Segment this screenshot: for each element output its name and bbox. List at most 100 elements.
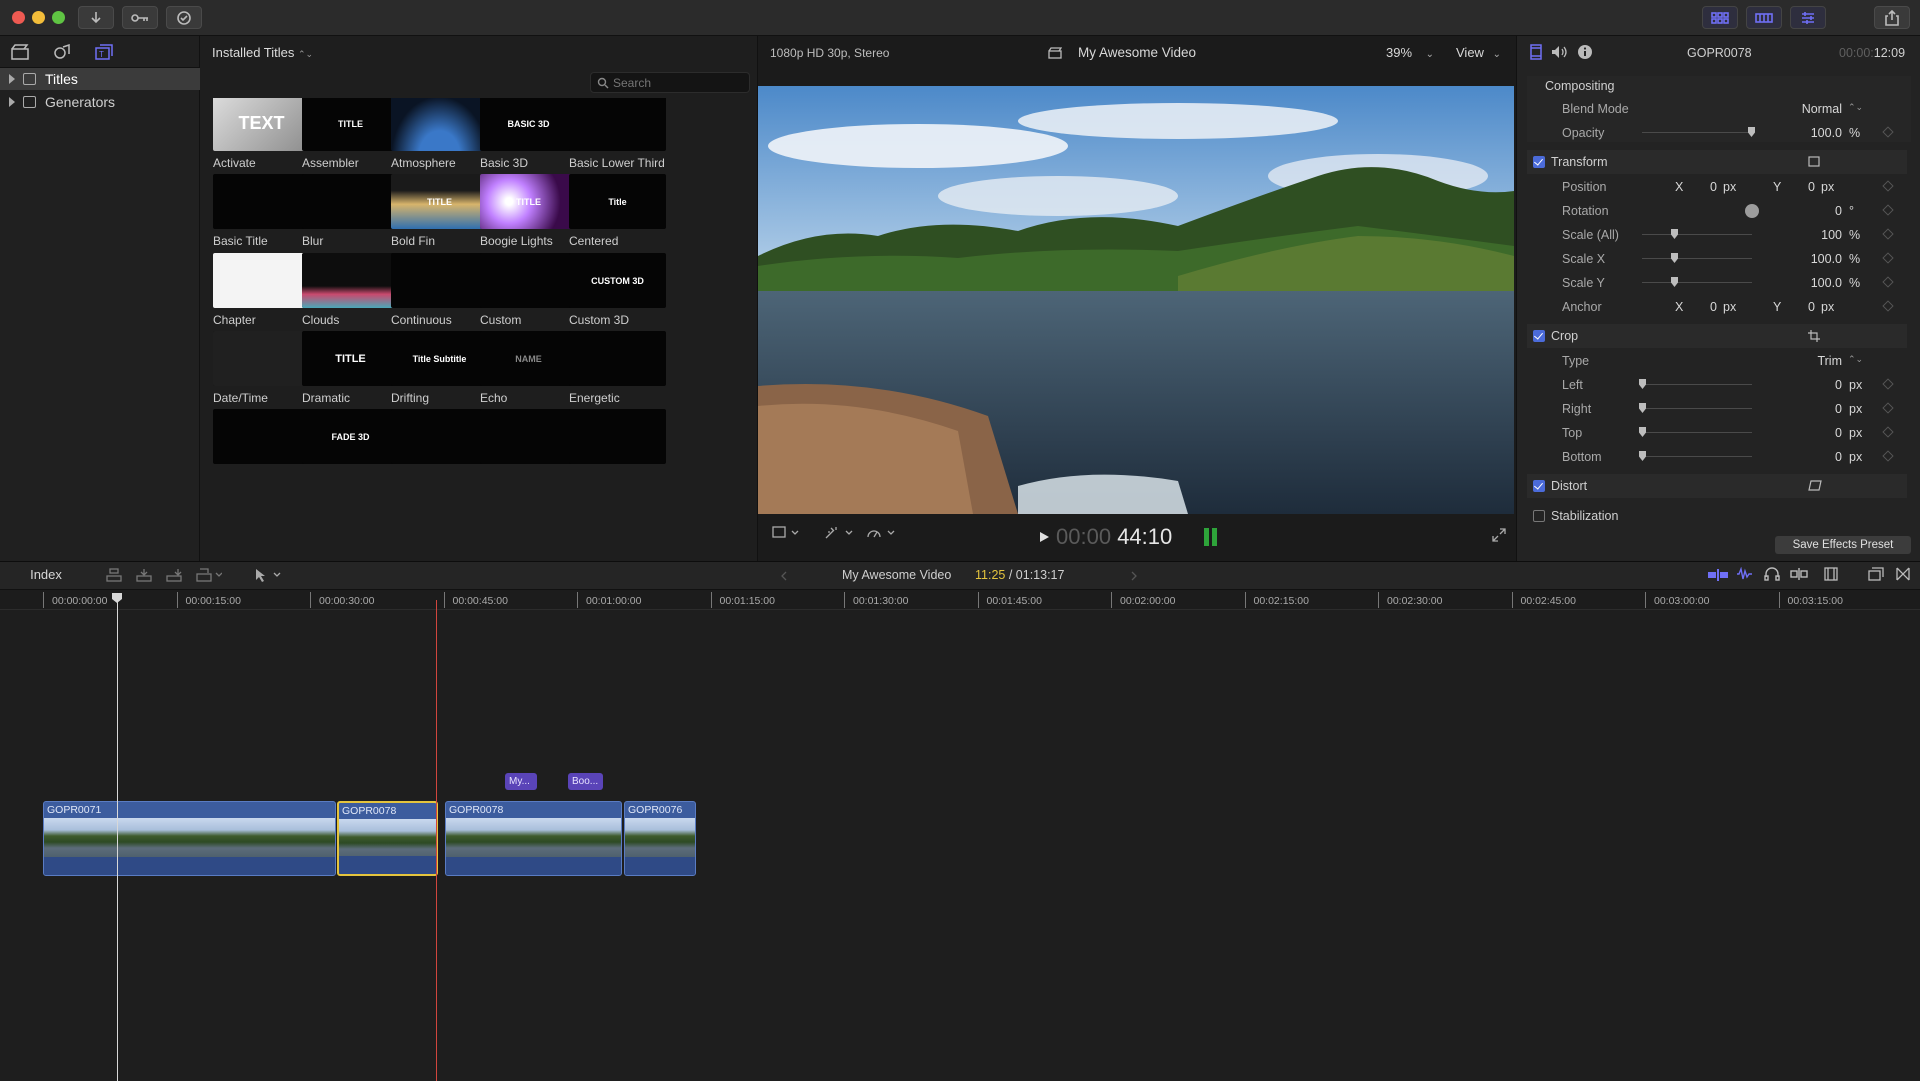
title-thumbnail[interactable] [213, 174, 310, 229]
opacity-value[interactable]: 100.0 [1782, 126, 1842, 140]
anchor-y-value[interactable]: 0 [1785, 300, 1815, 314]
keyframe-icon[interactable] [1882, 204, 1894, 216]
title-thumbnail[interactable] [480, 253, 577, 308]
browser-layout-button[interactable] [1702, 6, 1738, 29]
stabilization-checkbox[interactable] [1533, 510, 1545, 522]
video-skimming-icon[interactable] [1708, 569, 1728, 581]
timeline-layout-button[interactable] [1746, 6, 1782, 29]
crop-right-slider[interactable] [1642, 408, 1752, 409]
crop-top-value[interactable]: 0 [1782, 426, 1842, 440]
title-thumbnail[interactable]: Title Subtitle [391, 331, 488, 386]
crop-section-header[interactable]: Crop [1527, 324, 1907, 348]
title-thumbnail[interactable]: NAME [480, 331, 577, 386]
video-clip[interactable]: GOPR0078 [445, 801, 622, 876]
enhancements-icon[interactable] [824, 526, 854, 540]
search-field[interactable] [590, 72, 750, 93]
keyframe-icon[interactable] [1882, 126, 1894, 138]
timeline-ruler[interactable]: 00:00:00:00 00:00:15:00 00:00:30:00 00:00:4… [0, 590, 1920, 610]
crop-left-slider[interactable] [1642, 384, 1752, 385]
sidebar-item-generators[interactable]: Generators [0, 91, 200, 113]
title-thumbnail[interactable] [302, 174, 399, 229]
insert-clip-icon[interactable] [136, 568, 152, 582]
browser-header-menu[interactable]: Installed Titles ⌃⌄ [212, 45, 313, 60]
transitions-browser-icon[interactable] [1896, 567, 1910, 581]
title-thumbnail[interactable] [302, 253, 399, 308]
title-thumbnail[interactable]: FADE 3D [302, 409, 399, 464]
crop-top-slider-knob[interactable] [1639, 427, 1646, 437]
keyframe-icon[interactable] [1882, 450, 1894, 462]
title-clip[interactable]: My... [505, 773, 537, 790]
keywords-button[interactable] [122, 6, 158, 29]
save-effects-preset-button[interactable]: Save Effects Preset [1775, 536, 1911, 554]
crop-bottom-slider[interactable] [1642, 456, 1752, 457]
zoom-dropdown[interactable]: 39% ⌄ [1386, 45, 1434, 60]
keyframe-icon[interactable] [1882, 180, 1894, 192]
scale-all-value[interactable]: 100 [1782, 228, 1842, 242]
effects-browser-icon[interactable] [1868, 567, 1884, 581]
disclosure-triangle-icon[interactable] [9, 74, 15, 84]
title-clip[interactable]: Boo... [568, 773, 603, 790]
title-thumbnail[interactable] [213, 253, 310, 308]
history-back-icon[interactable] [780, 571, 788, 581]
title-thumbnail[interactable]: TITLE [302, 98, 399, 151]
scale-all-slider-knob[interactable] [1671, 229, 1678, 239]
crop-left-slider-knob[interactable] [1639, 379, 1646, 389]
title-thumbnail[interactable] [569, 409, 666, 464]
info-inspector-icon[interactable] [1577, 44, 1593, 60]
video-clip[interactable]: GOPR0076 [624, 801, 696, 876]
title-thumbnail[interactable]: TITLE [302, 331, 399, 386]
scale-x-slider[interactable] [1642, 258, 1752, 259]
title-thumbnail[interactable]: CUSTOM 3D [569, 253, 666, 308]
scale-x-value[interactable]: 100.0 [1782, 252, 1842, 266]
libraries-tab-icon[interactable] [10, 44, 30, 60]
crop-bottom-slider-knob[interactable] [1639, 451, 1646, 461]
append-clip-icon[interactable] [166, 568, 182, 582]
keyframe-icon[interactable] [1882, 252, 1894, 264]
background-tasks-button[interactable] [166, 6, 202, 29]
sidebar-item-titles[interactable]: Titles [0, 68, 200, 90]
transform-tool-icon[interactable] [772, 526, 800, 540]
share-button[interactable] [1874, 6, 1910, 29]
photos-audio-tab-icon[interactable] [52, 44, 72, 60]
overwrite-clip-icon[interactable] [196, 568, 222, 582]
crop-right-value[interactable]: 0 [1782, 402, 1842, 416]
play-icon[interactable] [1039, 531, 1050, 543]
crop-top-slider[interactable] [1642, 432, 1752, 433]
retime-icon[interactable] [866, 526, 896, 540]
close-window-button[interactable] [12, 11, 25, 24]
scale-y-slider[interactable] [1642, 282, 1752, 283]
blend-mode-select[interactable]: Normal [1782, 102, 1842, 116]
rotation-dial[interactable] [1745, 204, 1759, 218]
keyframe-icon[interactable] [1882, 402, 1894, 414]
transform-checkbox[interactable] [1533, 156, 1545, 168]
snapping-icon[interactable] [1790, 568, 1808, 580]
scale-y-slider-knob[interactable] [1671, 277, 1678, 287]
timecode-display[interactable]: 00:00 44:10 [1056, 524, 1172, 550]
title-thumbnail[interactable]: TEXT [213, 98, 310, 151]
anchor-x-value[interactable]: 0 [1687, 300, 1717, 314]
scale-x-slider-knob[interactable] [1671, 253, 1678, 263]
title-thumbnail[interactable] [391, 409, 488, 464]
stabilization-section-header[interactable]: Stabilization [1527, 504, 1907, 528]
title-thumbnail[interactable] [569, 98, 666, 151]
distort-controls-icon[interactable] [1808, 480, 1822, 491]
position-y-value[interactable]: 0 [1785, 180, 1815, 194]
distort-section-header[interactable]: Distort [1527, 474, 1907, 498]
onscreen-controls-icon[interactable] [1808, 156, 1820, 167]
keyframe-icon[interactable] [1882, 276, 1894, 288]
video-clip[interactable]: GOPR0071 [43, 801, 336, 876]
zoom-window-button[interactable] [52, 11, 65, 24]
disclosure-triangle-icon[interactable] [9, 97, 15, 107]
titles-generators-tab-icon[interactable]: T [94, 44, 114, 60]
crop-left-value[interactable]: 0 [1782, 378, 1842, 392]
search-input[interactable] [611, 74, 741, 91]
video-frame[interactable] [758, 86, 1514, 514]
crop-right-slider-knob[interactable] [1639, 403, 1646, 413]
keyframe-icon[interactable] [1882, 426, 1894, 438]
index-button[interactable]: Index [22, 565, 70, 585]
title-thumbnail[interactable] [480, 409, 577, 464]
title-thumbnail[interactable] [391, 98, 488, 151]
video-inspector-icon[interactable] [1529, 44, 1543, 60]
position-x-value[interactable]: 0 [1687, 180, 1717, 194]
solo-icon[interactable] [1764, 567, 1780, 581]
